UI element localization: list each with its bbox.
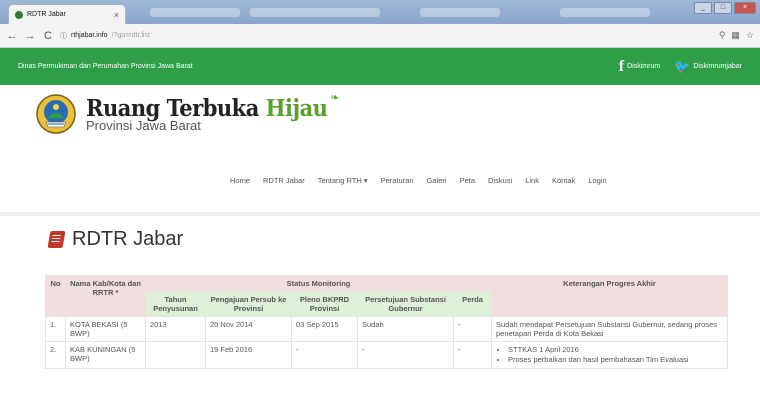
cell-pengajuan: 19 Feb 2016 <box>205 341 292 369</box>
list-item: STTKAS 1 April 2016 <box>508 345 723 354</box>
book-icon <box>47 231 66 248</box>
leaf-icon: ❧ <box>330 92 340 104</box>
url-path: /?go=rdtr.list <box>111 32 150 39</box>
rdtr-status-table: No Nama Kab/Kota dan RRTR * Status Monit… <box>45 275 729 369</box>
back-icon[interactable]: ← <box>6 30 18 42</box>
cell-pleno: - <box>291 341 358 369</box>
nav-item-login[interactable]: Login <box>588 176 606 185</box>
facebook-label: Diskimrum <box>627 63 661 70</box>
col-header-keterangan: Keterangan Progres Akhir <box>491 275 729 317</box>
twitter-label: Diskimrumjabar <box>693 63 742 70</box>
nav-item-kontak[interactable]: Kontak <box>552 176 575 185</box>
site-logo[interactable]: Ruang Terbuka Hijau Provinsi Jawa Barat … <box>36 92 339 134</box>
cell-tahun <box>145 341 206 369</box>
minimize-button[interactable]: _ <box>694 2 712 14</box>
nav-item-rdtr-jabar[interactable]: RDTR Jabar <box>263 176 305 185</box>
col-header-perda: Perda <box>452 291 493 317</box>
site-topbar: Dinas Permukiman dan Perumahan Provinsi … <box>0 48 760 85</box>
cell-no: 1. <box>45 316 66 342</box>
zoom-icon[interactable]: ⚲ <box>719 30 726 41</box>
address-bar: ← → C ⓘ rthjabar.info/?go=rdtr.list ⚲ ▦ … <box>0 24 760 48</box>
col-header-tahun: Tahun Penyusunan <box>145 291 206 317</box>
nav-item-peta[interactable]: Peta <box>460 176 475 185</box>
col-header-pleno: Pleno BKPRD Provinsi <box>291 291 358 317</box>
info-icon[interactable]: ⓘ <box>60 31 67 41</box>
tab-close-icon[interactable]: × <box>114 10 119 20</box>
table-row: 2. KAB KUNINGAN (5 BWP) 19 Feb 2016 - - … <box>45 341 729 369</box>
main-nav: Home RDTR Jabar Tentang RTH ▾ Peraturan … <box>230 176 607 185</box>
cell-nama: KOTA BEKASI (5 BWP) <box>65 316 146 342</box>
cell-persetujuan: - <box>357 341 454 369</box>
background-tab[interactable] <box>250 8 380 17</box>
forward-icon[interactable]: → <box>24 30 36 42</box>
progress-list: STTKAS 1 April 2016 Proses perbaikan dan… <box>496 345 723 364</box>
cell-perda: - <box>452 341 493 369</box>
brand-block: Ruang Terbuka Hijau Provinsi Jawa Barat … <box>86 92 339 133</box>
page-title: RDTR Jabar <box>72 228 184 250</box>
nav-item-diskusi[interactable]: Diskusi <box>488 176 512 185</box>
cell-no: 2. <box>45 341 66 369</box>
browser-tab[interactable]: RDTR Jabar × <box>8 4 126 24</box>
facebook-icon: f <box>618 57 625 75</box>
cell-pengajuan: 20 Nov 2014 <box>205 316 292 342</box>
background-tab[interactable] <box>560 8 650 17</box>
nav-item-tentang-rth[interactable]: Tentang RTH ▾ <box>318 176 368 185</box>
twitter-icon: 🐦 <box>674 58 691 74</box>
col-header-nama: Nama Kab/Kota dan RRTR * <box>65 275 146 317</box>
brand-title: Ruang Terbuka Hijau <box>86 93 328 122</box>
cell-keterangan: Sudah mendapat Persetujuan Substansi Gub… <box>491 316 729 342</box>
cell-perda: - <box>452 316 493 342</box>
background-tab[interactable] <box>420 8 500 17</box>
nav-item-galeri[interactable]: Galeri <box>427 176 447 185</box>
cell-persetujuan: Sudah <box>357 316 454 342</box>
maximize-button[interactable]: □ <box>714 2 732 14</box>
bookmark-star-icon[interactable]: ☆ <box>746 30 754 41</box>
header-divider <box>0 212 760 216</box>
window-controls: _ □ × <box>694 2 756 14</box>
background-tab[interactable] <box>150 8 240 17</box>
twitter-link[interactable]: 🐦 Diskimrumjabar <box>674 59 742 75</box>
url-input[interactable]: ⓘ rthjabar.info/?go=rdtr.list <box>60 28 713 44</box>
table-row: 1. KOTA BEKASI (5 BWP) 2013 20 Nov 2014 … <box>45 316 729 342</box>
nav-item-peraturan[interactable]: Peraturan <box>381 176 414 185</box>
province-emblem-icon <box>36 94 76 134</box>
tab-favicon-icon <box>15 10 23 19</box>
org-name: Dinas Permukiman dan Perumahan Provinsi … <box>18 63 193 70</box>
browser-tab-bar: RDTR Jabar × _ □ × <box>0 0 760 24</box>
cell-nama: KAB KUNINGAN (5 BWP) <box>65 341 146 369</box>
facebook-link[interactable]: f Diskimrum <box>619 58 660 76</box>
nav-item-home[interactable]: Home <box>230 176 250 185</box>
reload-icon[interactable]: C <box>42 30 54 42</box>
col-header-persetujuan: Persetujuan Substansi Gubernur <box>357 291 454 317</box>
url-host: rthjabar.info <box>71 32 108 39</box>
cell-keterangan: STTKAS 1 April 2016 Proses perbaikan dan… <box>491 341 729 369</box>
col-header-pengajuan: Pengajuan Persub ke Provinsi <box>205 291 292 317</box>
cell-tahun: 2013 <box>145 316 206 342</box>
cell-pleno: 03 Sep 2015 <box>291 316 358 342</box>
col-header-no: No <box>45 275 66 317</box>
col-header-status: Status Monitoring <box>144 275 493 292</box>
list-item: Proses perbaikan dan hasil pembahasan Ti… <box>508 355 723 364</box>
page-heading: RDTR Jabar <box>47 228 184 251</box>
nav-item-link[interactable]: Link <box>525 176 539 185</box>
extension-icon[interactable]: ▦ <box>731 30 740 41</box>
tab-title: RDTR Jabar <box>27 11 66 18</box>
close-window-button[interactable]: × <box>734 2 756 14</box>
